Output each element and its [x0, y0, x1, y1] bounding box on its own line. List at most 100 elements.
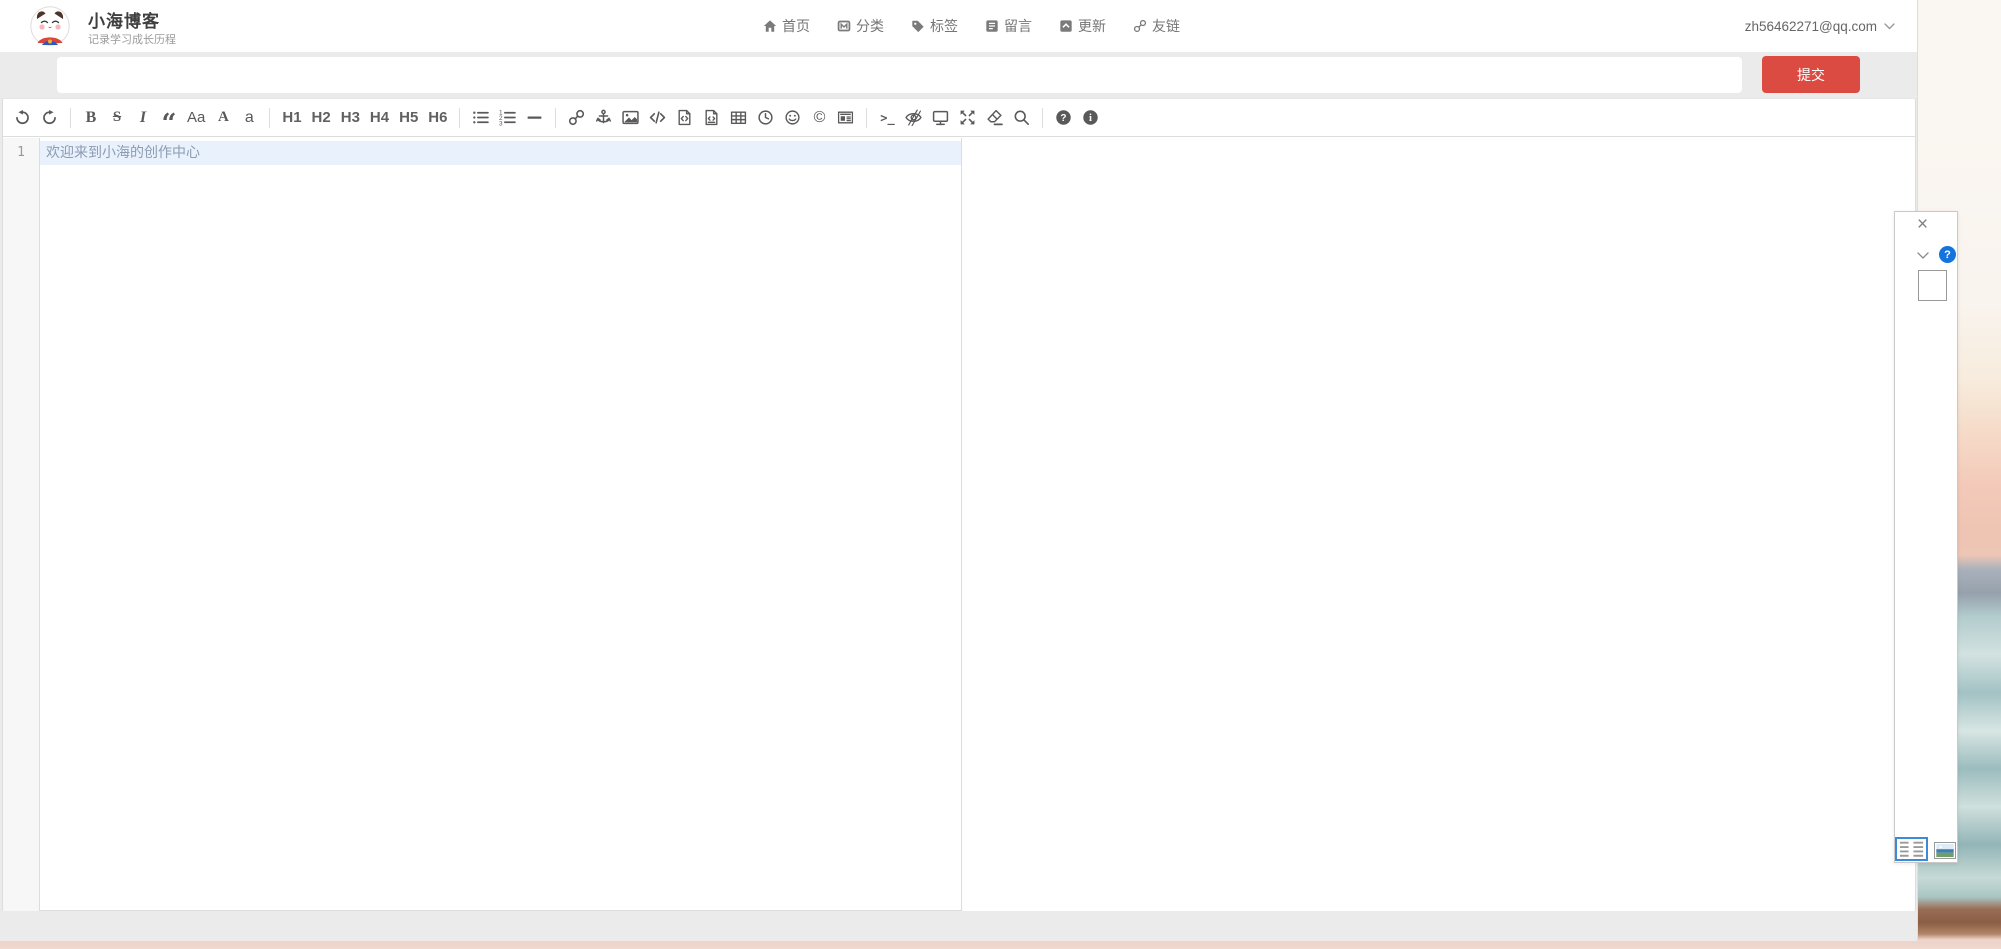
panel-search-input[interactable]	[1918, 270, 1947, 301]
uppercase-button[interactable]: A	[210, 104, 236, 132]
code-block-button[interactable]	[698, 104, 725, 132]
h6-glyph: H6	[428, 109, 447, 126]
html-entities-button[interactable]: ©	[806, 104, 832, 132]
active-line[interactable]: 欢迎来到小海的创作中心	[40, 141, 961, 165]
toolbar-separator	[70, 108, 71, 128]
undo-icon	[14, 109, 31, 126]
close-icon[interactable]: ×	[1917, 214, 1928, 236]
list-ol-button[interactable]: 123	[494, 104, 521, 132]
list-ul-icon	[472, 109, 489, 126]
h3-button[interactable]: H3	[336, 104, 365, 132]
table-icon	[730, 109, 747, 126]
preformatted-text-icon	[676, 109, 693, 126]
site-logo-avatar[interactable]	[30, 6, 70, 46]
code-button[interactable]	[644, 104, 671, 132]
image-thumbnail-icon	[1936, 844, 1954, 857]
h5-glyph: H5	[399, 109, 418, 126]
table-button[interactable]	[725, 104, 752, 132]
nav-item-message[interactable]: 留言	[985, 16, 1032, 36]
preformatted-text-button[interactable]	[671, 104, 698, 132]
info-icon: i	[1082, 109, 1099, 126]
undo-button[interactable]	[9, 104, 36, 132]
editor-toolbar: BSI“AaAaH1H2H3H4H5H6123©>_?i	[3, 99, 1915, 137]
nav-item-label: 标签	[930, 16, 958, 36]
quote-button[interactable]: “	[156, 104, 182, 132]
quote-glyph: “	[162, 120, 177, 128]
emoji-button[interactable]	[779, 104, 806, 132]
editor-body: 1 欢迎来到小海的创作中心	[3, 138, 1915, 911]
h2-button[interactable]: H2	[307, 104, 336, 132]
pagebreak-icon	[837, 109, 854, 126]
hr-button[interactable]	[521, 104, 548, 132]
reference-link-button[interactable]	[590, 104, 617, 132]
svg-text:i: i	[1090, 113, 1093, 124]
list-view-icon	[1897, 839, 1926, 859]
line-number: 1	[3, 141, 39, 165]
watch-button[interactable]	[900, 104, 927, 132]
search-button[interactable]	[1008, 104, 1035, 132]
preview-pane	[961, 138, 1915, 911]
ucwords-button[interactable]: Aa	[182, 104, 210, 132]
clear-button[interactable]	[981, 104, 1008, 132]
bold-glyph: B	[86, 109, 97, 127]
goto-line-glyph: >_	[880, 111, 894, 125]
link-button[interactable]	[563, 104, 590, 132]
help-icon: ?	[1055, 109, 1072, 126]
list-ul-button[interactable]	[467, 104, 494, 132]
help-circle-icon[interactable]: ?	[1939, 246, 1956, 263]
nav-item-update[interactable]: 更新	[1059, 16, 1106, 36]
redo-button[interactable]	[36, 104, 63, 132]
panel-chevron-down-icon[interactable]	[1917, 252, 1929, 260]
datetime-icon	[757, 109, 774, 126]
update-icon	[1059, 19, 1073, 33]
site-title: 小海博客	[88, 7, 160, 32]
image-view-toggle[interactable]	[1934, 842, 1956, 859]
search-icon	[1013, 109, 1030, 126]
toolbar-separator	[459, 108, 460, 128]
html-entities-glyph: ©	[814, 109, 826, 127]
italic-glyph: I	[140, 109, 146, 127]
svg-text:?: ?	[1061, 113, 1067, 124]
compose-row: 提交	[0, 52, 1917, 98]
info-button[interactable]: i	[1077, 104, 1104, 132]
chevron-down-icon	[1884, 23, 1895, 30]
h4-button[interactable]: H4	[365, 104, 394, 132]
h1-button[interactable]: H1	[277, 104, 306, 132]
nav-item-home[interactable]: 首页	[763, 16, 810, 36]
cartoon-avatar-icon	[30, 6, 70, 46]
h6-button[interactable]: H6	[423, 104, 452, 132]
italic-button[interactable]: I	[130, 104, 156, 132]
preview-button[interactable]	[927, 104, 954, 132]
user-menu[interactable]: zh56462271@qq.com	[1745, 0, 1895, 52]
image-icon	[622, 109, 639, 126]
del-button[interactable]: S	[104, 104, 130, 132]
clear-icon	[986, 109, 1003, 126]
site-subtitle: 记录学习成长历程	[88, 31, 176, 47]
pagebreak-button[interactable]	[832, 104, 859, 132]
list-view-toggle[interactable]	[1895, 837, 1928, 861]
goto-line-button[interactable]: >_	[874, 104, 900, 132]
toolbar-separator	[555, 108, 556, 128]
site-header: 小海博客 记录学习成长历程 首页 分类 标签 留言 更新 友链 zh56462271@qq…	[0, 0, 1917, 52]
fullscreen-button[interactable]	[954, 104, 981, 132]
tag-icon	[911, 19, 925, 33]
h5-button[interactable]: H5	[394, 104, 423, 132]
del-glyph: S	[113, 109, 121, 126]
image-button[interactable]	[617, 104, 644, 132]
fullscreen-icon	[959, 109, 976, 126]
submit-button[interactable]: 提交	[1762, 56, 1860, 93]
link-icon	[1133, 19, 1147, 33]
nav-item-links[interactable]: 友链	[1133, 16, 1180, 36]
article-title-input[interactable]	[57, 57, 1742, 93]
help-button[interactable]: ?	[1050, 104, 1077, 132]
overlay-panel: × ?	[1894, 211, 1958, 863]
hr-icon	[526, 109, 543, 126]
svg-text:3: 3	[499, 120, 503, 126]
code-pane[interactable]: 欢迎来到小海的创作中心	[40, 138, 961, 911]
nav-item-tag[interactable]: 标签	[911, 16, 958, 36]
nav-item-category[interactable]: 分类	[837, 16, 884, 36]
lowercase-button[interactable]: a	[236, 104, 262, 132]
datetime-button[interactable]	[752, 104, 779, 132]
nav-item-label: 留言	[1004, 16, 1032, 36]
bold-button[interactable]: B	[78, 104, 104, 132]
